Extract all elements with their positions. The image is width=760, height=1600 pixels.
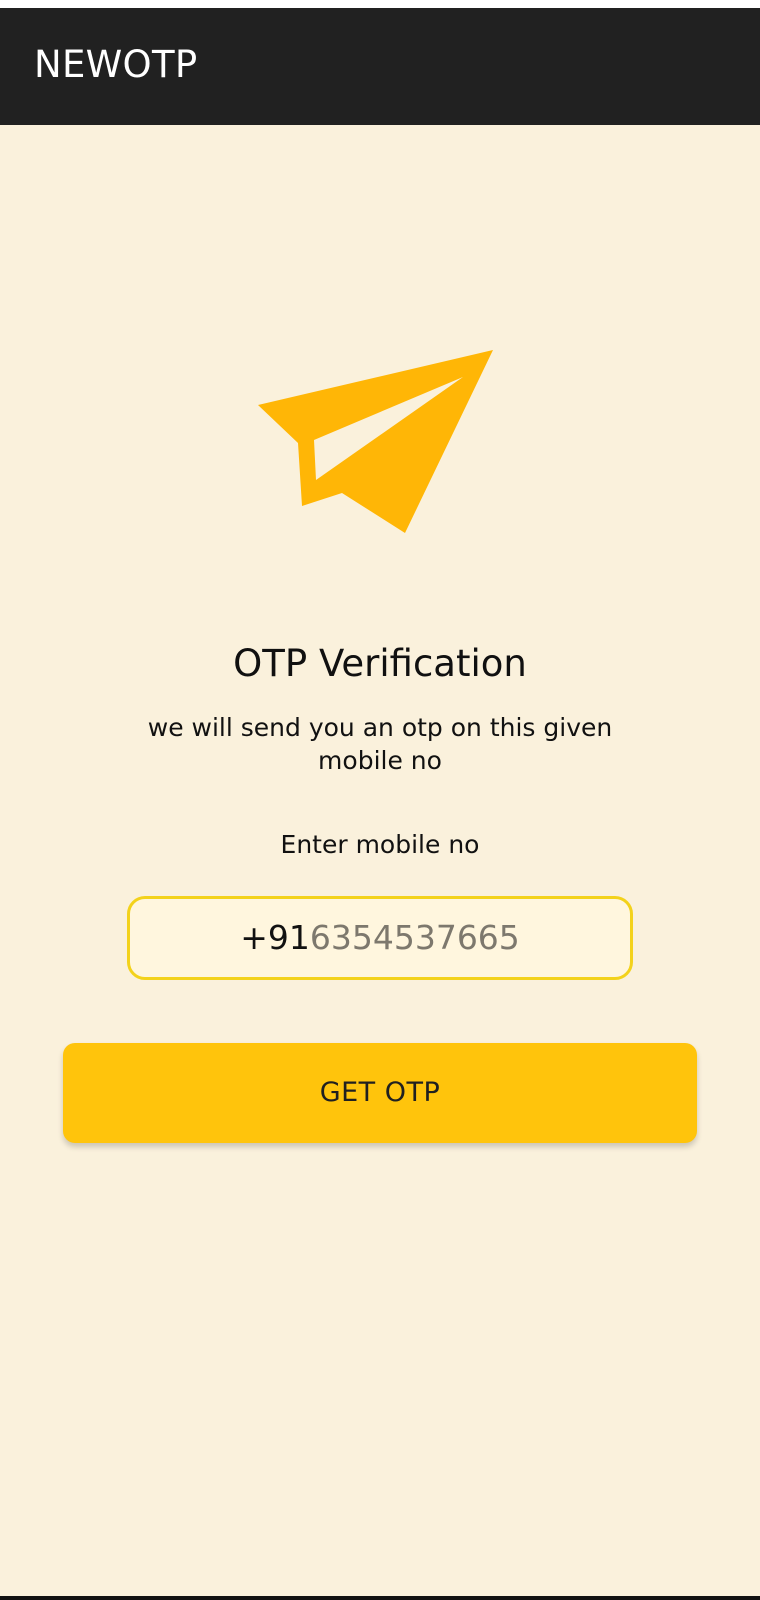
- instruction-text: we will send you an otp on this given mo…: [147, 713, 613, 775]
- app-title: NEWOTP: [34, 43, 198, 86]
- paper-plane-icon: [258, 350, 506, 550]
- status-strip: [0, 0, 760, 8]
- country-code: +91: [240, 918, 310, 957]
- app-bar: NEWOTP: [0, 8, 760, 125]
- mobile-label: Enter mobile no: [280, 830, 480, 859]
- mobile-number-value: 6354537665: [309, 918, 520, 957]
- get-otp-button[interactable]: GET OTP: [63, 1043, 697, 1143]
- mobile-number-input[interactable]: +91 6354537665: [127, 896, 633, 980]
- get-otp-label: GET OTP: [319, 1077, 441, 1108]
- bottom-strip: [0, 1596, 760, 1600]
- page-title: OTP Verification: [233, 642, 527, 685]
